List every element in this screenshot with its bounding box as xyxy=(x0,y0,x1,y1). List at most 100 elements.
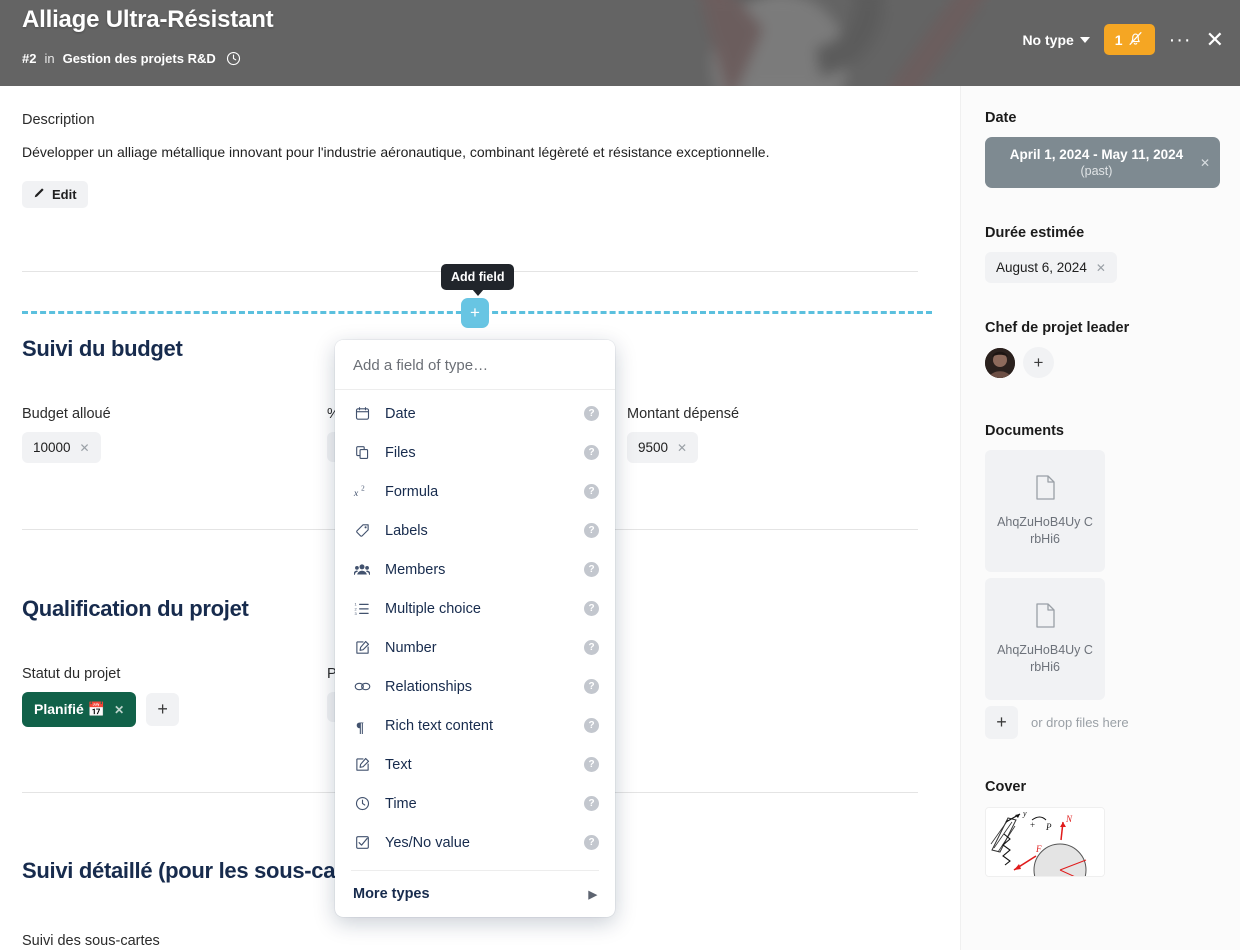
menu-item-label: Relationships xyxy=(385,678,473,695)
breadcrumb-in: in xyxy=(44,51,55,66)
sidebar: Date April 1, 2024 - May 11, 2024 (past)… xyxy=(960,86,1240,950)
remove-icon[interactable]: ✕ xyxy=(80,441,90,455)
chevron-right-icon: ▶ xyxy=(588,888,597,901)
document-name: AhqZuHoB4Uy CrbHi6 xyxy=(997,514,1093,546)
list-icon: 123 xyxy=(353,601,371,616)
menu-item-label: Time xyxy=(385,795,417,812)
menu-item-label: Rich text content xyxy=(385,717,493,734)
more-types-label: More types xyxy=(353,886,430,902)
help-icon[interactable]: ? xyxy=(584,562,599,577)
add-field-menu: Add a field of type… Date ? Files ? x2 F… xyxy=(335,340,615,917)
notifications-button[interactable]: 1 xyxy=(1103,24,1155,55)
ellipsis-icon[interactable]: ··· xyxy=(1169,30,1192,50)
number-icon xyxy=(353,640,371,655)
add-document-button[interactable]: + xyxy=(985,706,1018,739)
file-icon xyxy=(1035,474,1056,505)
field-value: 9500 xyxy=(638,440,669,455)
svg-text:+: + xyxy=(1030,820,1035,830)
svg-text:y: y xyxy=(1022,809,1027,818)
pencil-icon xyxy=(33,187,45,202)
section-title-qualification: Qualification du projet xyxy=(22,596,249,621)
menu-item-date[interactable]: Date ? xyxy=(335,394,615,433)
menu-item-multiple-choice[interactable]: 123 Multiple choice ? xyxy=(335,589,615,628)
clock-icon[interactable] xyxy=(226,51,241,66)
menu-item-rich-text-content[interactable]: ¶ Rich text content ? xyxy=(335,706,615,745)
help-icon[interactable]: ? xyxy=(584,835,599,850)
svg-text:3: 3 xyxy=(355,611,358,616)
formula-icon: x2 xyxy=(353,484,371,499)
help-icon[interactable]: ? xyxy=(584,406,599,421)
menu-item-label: Files xyxy=(385,444,416,461)
close-icon[interactable]: ✕ xyxy=(1206,28,1224,50)
text-icon xyxy=(353,757,371,772)
field-value-chip[interactable]: 9500 ✕ xyxy=(627,432,699,463)
card-type-dropdown[interactable]: No type xyxy=(1022,32,1090,48)
remove-icon[interactable]: ✕ xyxy=(114,703,124,717)
menu-item-label: Labels xyxy=(385,522,428,539)
document-tile[interactable]: AhqZuHoB4Uy CrbHi6 xyxy=(985,578,1105,700)
add-field-button[interactable]: + xyxy=(461,298,489,328)
remove-icon[interactable]: ✕ xyxy=(1096,261,1106,275)
help-icon[interactable]: ? xyxy=(584,523,599,538)
remove-icon[interactable]: ✕ xyxy=(1200,156,1210,170)
status-value: Planifié 📅 xyxy=(34,701,106,717)
help-icon[interactable]: ? xyxy=(584,757,599,772)
menu-item-labels[interactable]: Labels ? xyxy=(335,511,615,550)
menu-item-more-types[interactable]: More types ▶ xyxy=(335,871,615,917)
sidebar-label-documents: Documents xyxy=(985,423,1064,439)
link-icon xyxy=(353,680,371,693)
board-name-link[interactable]: Gestion des projets R&D xyxy=(63,51,216,66)
menu-item-text[interactable]: Text ? xyxy=(335,745,615,784)
date-range-chip[interactable]: April 1, 2024 - May 11, 2024 (past) ✕ xyxy=(985,137,1220,188)
menu-item-members[interactable]: Members ? xyxy=(335,550,615,589)
plus-icon: + xyxy=(470,303,480,322)
help-icon[interactable]: ? xyxy=(584,601,599,616)
menu-item-number[interactable]: Number ? xyxy=(335,628,615,667)
menu-item-label: Multiple choice xyxy=(385,600,481,617)
field-budget-alloue: Budget alloué 10000 ✕ xyxy=(22,406,111,463)
remove-icon[interactable]: ✕ xyxy=(677,441,687,455)
card-number: #2 xyxy=(22,51,37,66)
header-actions: No type 1 ··· ✕ xyxy=(1022,24,1224,55)
help-icon[interactable]: ? xyxy=(584,796,599,811)
menu-item-relationships[interactable]: Relationships ? xyxy=(335,667,615,706)
checkbox-icon xyxy=(353,835,371,850)
field-type-search-input[interactable]: Add a field of type… xyxy=(335,340,615,390)
svg-text:¶: ¶ xyxy=(356,720,364,734)
pilcrow-icon: ¶ xyxy=(353,718,371,734)
help-icon[interactable]: ? xyxy=(584,640,599,655)
notification-count: 1 xyxy=(1114,31,1123,48)
edit-description-button[interactable]: Edit xyxy=(22,181,88,208)
field-type-list: Date ? Files ? x2 Formula ? Labels ? Mem… xyxy=(335,390,615,862)
add-member-button[interactable]: + xyxy=(1023,347,1054,378)
date-range-value: April 1, 2024 - May 11, 2024 xyxy=(1009,147,1184,162)
card-header: Alliage Ultra-Résistant #2 in Gestion de… xyxy=(0,0,1240,86)
avatar[interactable] xyxy=(985,347,1015,378)
menu-item-files[interactable]: Files ? xyxy=(335,433,615,472)
help-icon[interactable]: ? xyxy=(584,679,599,694)
add-field-tooltip: Add field xyxy=(441,264,515,290)
add-status-button[interactable]: + xyxy=(146,693,180,726)
document-tile[interactable]: AhqZuHoB4Uy CrbHi6 xyxy=(985,450,1105,572)
field-montant-depense: Montant dépensé 9500 ✕ xyxy=(627,406,739,463)
help-icon[interactable]: ? xyxy=(584,445,599,460)
field-value-chip[interactable]: 10000 ✕ xyxy=(22,432,101,463)
menu-item-label: Members xyxy=(385,561,446,578)
edit-label: Edit xyxy=(52,187,77,202)
members-icon xyxy=(353,562,371,577)
help-icon[interactable]: ? xyxy=(584,484,599,499)
help-icon[interactable]: ? xyxy=(584,718,599,733)
cover-image[interactable]: y F N + P xyxy=(985,807,1105,877)
duration-chip[interactable]: August 6, 2024 ✕ xyxy=(985,252,1117,283)
duration-value: August 6, 2024 xyxy=(996,260,1087,275)
field-label: Budget alloué xyxy=(22,406,111,422)
menu-item-formula[interactable]: x2 Formula ? xyxy=(335,472,615,511)
files-icon xyxy=(353,445,371,460)
date-range-state: (past) xyxy=(1080,164,1113,178)
chevron-down-icon xyxy=(1079,36,1090,43)
field-label: Montant dépensé xyxy=(627,406,740,422)
status-badge[interactable]: Planifié 📅 ✕ xyxy=(22,692,137,727)
menu-item-yes-no-value[interactable]: Yes/No value ? xyxy=(335,823,615,862)
menu-item-label: Date xyxy=(385,405,416,422)
menu-item-time[interactable]: Time ? xyxy=(335,784,615,823)
